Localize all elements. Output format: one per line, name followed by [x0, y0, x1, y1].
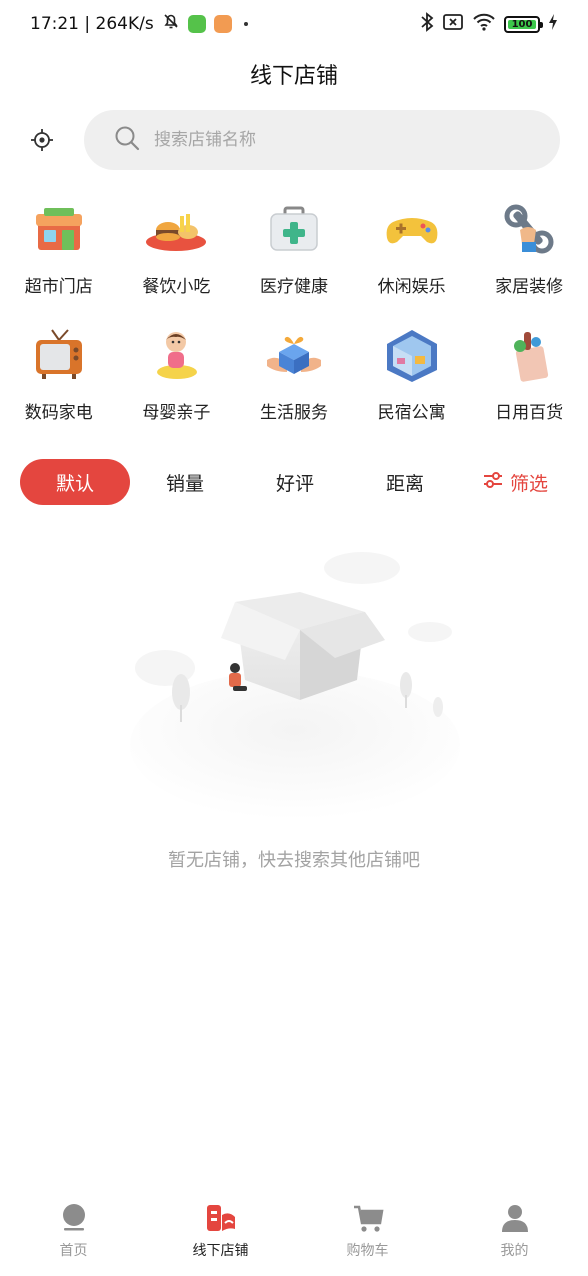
charging-icon: [548, 14, 558, 34]
category-home-decor[interactable]: 家居装修: [470, 196, 588, 298]
nav-mine[interactable]: 我的: [441, 1192, 588, 1276]
category-label: 数码家电: [24, 403, 93, 423]
nav-mine-label: 我的: [500, 1243, 529, 1259]
category-leisure[interactable]: 休闲娱乐: [353, 196, 471, 298]
category-medical[interactable]: 医疗健康: [235, 196, 353, 298]
nav-stores[interactable]: 线下店铺: [147, 1192, 294, 1276]
category-supermarket[interactable]: 超市门店: [0, 196, 118, 298]
category-life-service[interactable]: 生活服务: [235, 322, 353, 424]
sort-tabs: 默认 销量 好评 距离 筛选: [20, 458, 570, 506]
category-daily-goods[interactable]: 日用百货: [470, 322, 588, 424]
category-label: 医疗健康: [259, 277, 328, 297]
status-time-speed: 17:21 | 264K/s: [30, 13, 154, 34]
locate-icon: [31, 129, 53, 151]
battery-indicator: 100: [504, 15, 543, 33]
nav-cart[interactable]: 购物车: [294, 1192, 441, 1276]
app-notification-icon: [187, 14, 206, 33]
category-grid: 超市门店 餐饮小吃 医疗健康 休闲娱乐 家居装修 数码家电 母婴亲子 生活服务 …: [0, 196, 588, 424]
status-left: 17:21 | 264K/s: [30, 12, 248, 35]
category-digital[interactable]: 数码家电: [0, 322, 118, 424]
no-sim-icon: [442, 13, 464, 35]
filter-button[interactable]: 筛选: [460, 459, 570, 505]
nav-home[interactable]: 首页: [0, 1192, 147, 1276]
supermarket-icon: [26, 196, 92, 262]
user-icon: [499, 1202, 531, 1234]
category-label: 餐饮小吃: [142, 277, 211, 297]
battery-level: 100: [511, 18, 533, 30]
empty-state-illustration: [125, 540, 465, 830]
page-title: 线下店铺: [249, 64, 338, 89]
more-notifications-dot: [243, 21, 248, 26]
sort-tab-distance[interactable]: 距离: [350, 459, 460, 505]
sort-tab-sales[interactable]: 销量: [130, 459, 240, 505]
nav-cart-label: 购物车: [346, 1243, 389, 1259]
tv-icon: [26, 322, 92, 388]
empty-state-message: 暂无店铺，快去搜索其他店铺吧: [168, 850, 420, 871]
search-box[interactable]: [84, 110, 560, 170]
category-label: 家居装修: [495, 277, 564, 297]
nav-home-label: 首页: [59, 1243, 88, 1259]
status-right: 100: [420, 12, 558, 36]
sort-tab-rating[interactable]: 好评: [240, 459, 350, 505]
search-icon: [114, 125, 140, 155]
category-label: 生活服务: [259, 403, 328, 423]
wrench-icon: [496, 196, 562, 262]
search-input[interactable]: [154, 130, 514, 150]
gamepad-icon: [379, 196, 445, 262]
category-label: 休闲娱乐: [377, 277, 446, 297]
sort-tab-default[interactable]: 默认: [20, 459, 130, 505]
status-bar: 17:21 | 264K/s 100: [0, 0, 588, 48]
room-icon: [379, 322, 445, 388]
mute-bell-icon: [162, 12, 180, 35]
category-homestay[interactable]: 民宿公寓: [353, 322, 471, 424]
category-mother-baby[interactable]: 母婴亲子: [118, 322, 236, 424]
filter-icon: [482, 470, 504, 495]
cart-icon: [352, 1202, 384, 1234]
category-label: 日用百货: [495, 403, 564, 423]
baby-icon: [143, 322, 209, 388]
bluetooth-icon: [420, 12, 434, 36]
nav-stores-label: 线下店铺: [192, 1243, 249, 1259]
category-food[interactable]: 餐饮小吃: [118, 196, 236, 298]
filter-label: 筛选: [509, 472, 548, 495]
gift-hands-icon: [261, 322, 327, 388]
medical-kit-icon: [261, 196, 327, 262]
store-icon: [205, 1202, 237, 1234]
category-label: 超市门店: [24, 277, 93, 297]
food-icon: [143, 196, 209, 262]
category-label: 母婴亲子: [142, 403, 211, 423]
category-label: 民宿公寓: [377, 403, 446, 423]
wifi-icon: [472, 13, 496, 35]
locate-button[interactable]: [26, 124, 58, 156]
health-app-icon: [213, 14, 232, 33]
bottom-nav: 首页 线下店铺 购物车 我的: [0, 1192, 588, 1276]
home-icon: [58, 1202, 90, 1234]
grocery-bag-icon: [496, 322, 562, 388]
